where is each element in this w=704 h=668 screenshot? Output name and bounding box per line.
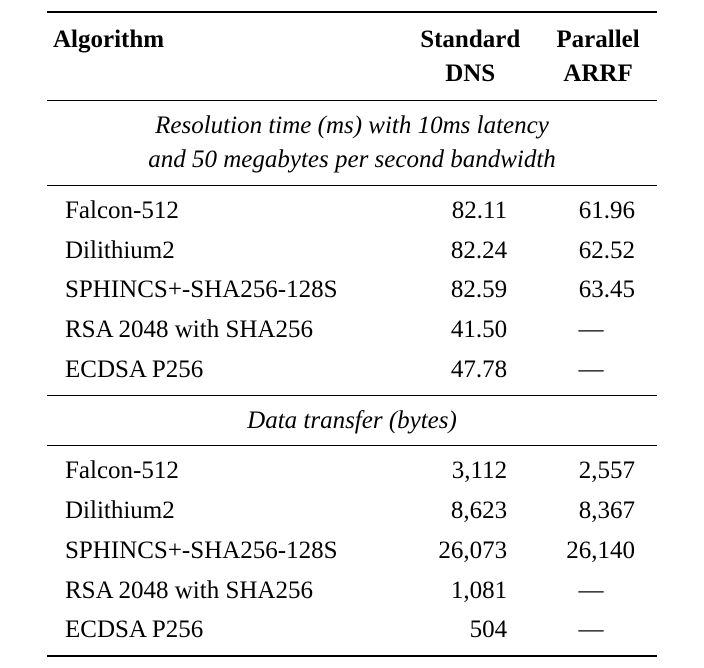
col-header-standard-dns-l1: Standard bbox=[409, 23, 531, 57]
cell-algorithm: RSA 2048 with SHA256 bbox=[47, 310, 401, 350]
results-table: Algorithm Standard DNS Parallel ARRF Res… bbox=[47, 11, 657, 657]
col-header-parallel-arrf-l1: Parallel bbox=[547, 23, 649, 57]
cell-standard-dns: 26,073 bbox=[401, 531, 539, 571]
table-row: ECDSA P256 47.78 — bbox=[47, 350, 657, 395]
cell-parallel-arrf: 8,367 bbox=[539, 491, 657, 531]
cell-standard-dns: 8,623 bbox=[401, 491, 539, 531]
cell-parallel-arrf: 26,140 bbox=[539, 531, 657, 571]
table-row: Falcon-512 3,112 2,557 bbox=[47, 446, 657, 491]
cell-standard-dns: 504 bbox=[401, 610, 539, 656]
section-title-l1: Resolution time (ms) with 10ms latency bbox=[55, 109, 649, 143]
col-header-standard-dns-l2: DNS bbox=[409, 57, 531, 91]
table-row: ECDSA P256 504 — bbox=[47, 610, 657, 656]
cell-parallel-arrf: — bbox=[539, 350, 657, 395]
table-row: Falcon-512 82.11 61.96 bbox=[47, 185, 657, 230]
table-row: RSA 2048 with SHA256 1,081 — bbox=[47, 571, 657, 611]
cell-parallel-arrf: 61.96 bbox=[539, 185, 657, 230]
section-header: Resolution time (ms) with 10ms latency a… bbox=[47, 101, 657, 186]
table-container: Algorithm Standard DNS Parallel ARRF Res… bbox=[47, 11, 657, 657]
col-header-algorithm: Algorithm bbox=[47, 12, 401, 101]
table-row: Dilithium2 82.24 62.52 bbox=[47, 231, 657, 271]
cell-standard-dns: 82.59 bbox=[401, 270, 539, 310]
cell-algorithm: SPHINCS+-SHA256-128S bbox=[47, 531, 401, 571]
cell-standard-dns: 41.50 bbox=[401, 310, 539, 350]
cell-standard-dns: 82.24 bbox=[401, 231, 539, 271]
cell-algorithm: Falcon-512 bbox=[47, 446, 401, 491]
cell-algorithm: ECDSA P256 bbox=[47, 610, 401, 656]
col-header-parallel-arrf: Parallel ARRF bbox=[539, 12, 657, 101]
cell-algorithm: Dilithium2 bbox=[47, 491, 401, 531]
cell-parallel-arrf: 62.52 bbox=[539, 231, 657, 271]
cell-algorithm: ECDSA P256 bbox=[47, 350, 401, 395]
col-header-parallel-arrf-l2: ARRF bbox=[547, 57, 649, 91]
col-header-standard-dns: Standard DNS bbox=[401, 12, 539, 101]
section-header: Data transfer (bytes) bbox=[47, 395, 657, 446]
table-row: Dilithium2 8,623 8,367 bbox=[47, 491, 657, 531]
table-row: SPHINCS+-SHA256-128S 26,073 26,140 bbox=[47, 531, 657, 571]
cell-algorithm: SPHINCS+-SHA256-128S bbox=[47, 270, 401, 310]
cell-standard-dns: 82.11 bbox=[401, 185, 539, 230]
cell-algorithm: Dilithium2 bbox=[47, 231, 401, 271]
section-title-l1: Data transfer (bytes) bbox=[55, 404, 649, 438]
cell-standard-dns: 1,081 bbox=[401, 571, 539, 611]
cell-parallel-arrf: 2,557 bbox=[539, 446, 657, 491]
cell-parallel-arrf: — bbox=[539, 310, 657, 350]
cell-algorithm: RSA 2048 with SHA256 bbox=[47, 571, 401, 611]
cell-standard-dns: 47.78 bbox=[401, 350, 539, 395]
table-row: RSA 2048 with SHA256 41.50 — bbox=[47, 310, 657, 350]
cell-algorithm: Falcon-512 bbox=[47, 185, 401, 230]
cell-parallel-arrf: 63.45 bbox=[539, 270, 657, 310]
section-title-l2: and 50 megabytes per second bandwidth bbox=[55, 143, 649, 177]
cell-parallel-arrf: — bbox=[539, 571, 657, 611]
cell-parallel-arrf: — bbox=[539, 610, 657, 656]
table-header-row: Algorithm Standard DNS Parallel ARRF bbox=[47, 12, 657, 101]
cell-standard-dns: 3,112 bbox=[401, 446, 539, 491]
table-row: SPHINCS+-SHA256-128S 82.59 63.45 bbox=[47, 270, 657, 310]
